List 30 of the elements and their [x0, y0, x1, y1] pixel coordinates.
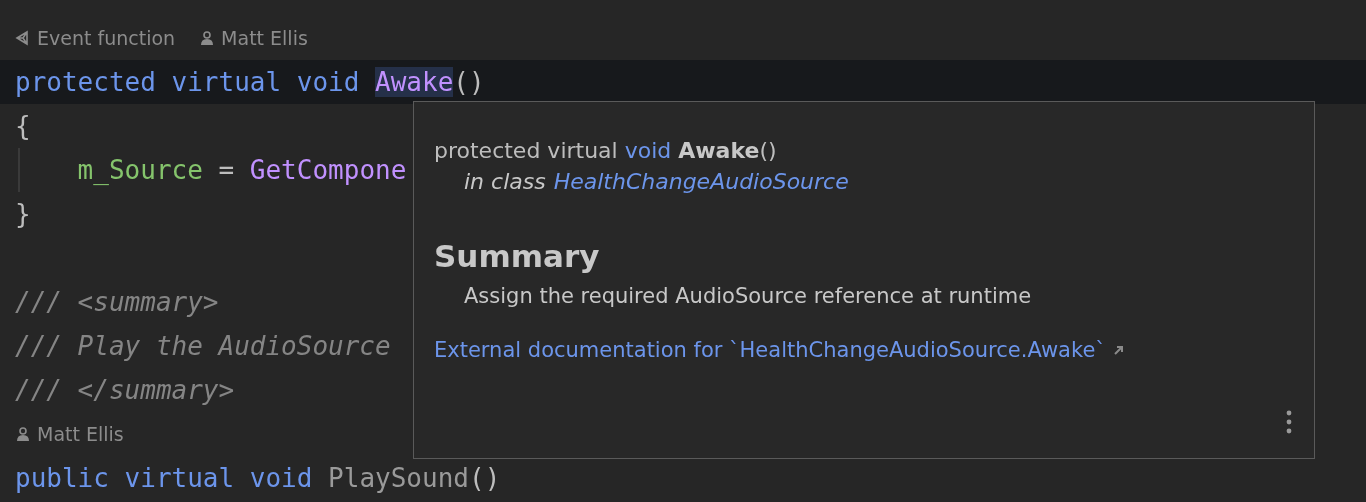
class-context-label: in class [464, 169, 546, 194]
person-icon [199, 30, 216, 46]
comment: /// Play the AudioSource [15, 331, 391, 361]
method-name: PlaySound [328, 463, 469, 493]
code-vision-hint[interactable]: Matt Ellis [15, 423, 124, 445]
keyword: void [296, 67, 361, 97]
code-text: () [453, 67, 485, 97]
summary-text: Assign the required AudioSource reference at runtime [463, 284, 1033, 308]
method-signature: protected virtual void Awake() [434, 138, 778, 163]
comment: /// </summary> [15, 375, 235, 405]
code-text: () [469, 463, 501, 493]
keyword: virtual [171, 67, 283, 97]
code-vision-hint[interactable]: Matt Ellis [199, 27, 308, 49]
code-text: } [15, 199, 31, 229]
person-icon [15, 426, 31, 442]
comment: /// <summary> [15, 287, 219, 317]
keyword: void [249, 463, 314, 493]
external-documentation-link[interactable]: External documentation for `HealthChangeAudioSource.Awake` [434, 338, 1106, 362]
keyword: virtual [124, 463, 236, 493]
code-text: { [15, 111, 31, 141]
code-text: = [217, 155, 236, 185]
code-vision-hint[interactable]: Event function [15, 27, 176, 49]
section-heading: Summary [434, 238, 601, 274]
field-name: m_Source [76, 155, 203, 185]
keyword: protected [15, 67, 157, 97]
keyword: public [15, 463, 110, 493]
class-link[interactable]: HealthChangeAudioSource [553, 169, 849, 194]
method-name: Awake [375, 67, 454, 97]
method-name: GetCompone [249, 155, 407, 185]
more-options-icon[interactable] [1286, 410, 1292, 434]
